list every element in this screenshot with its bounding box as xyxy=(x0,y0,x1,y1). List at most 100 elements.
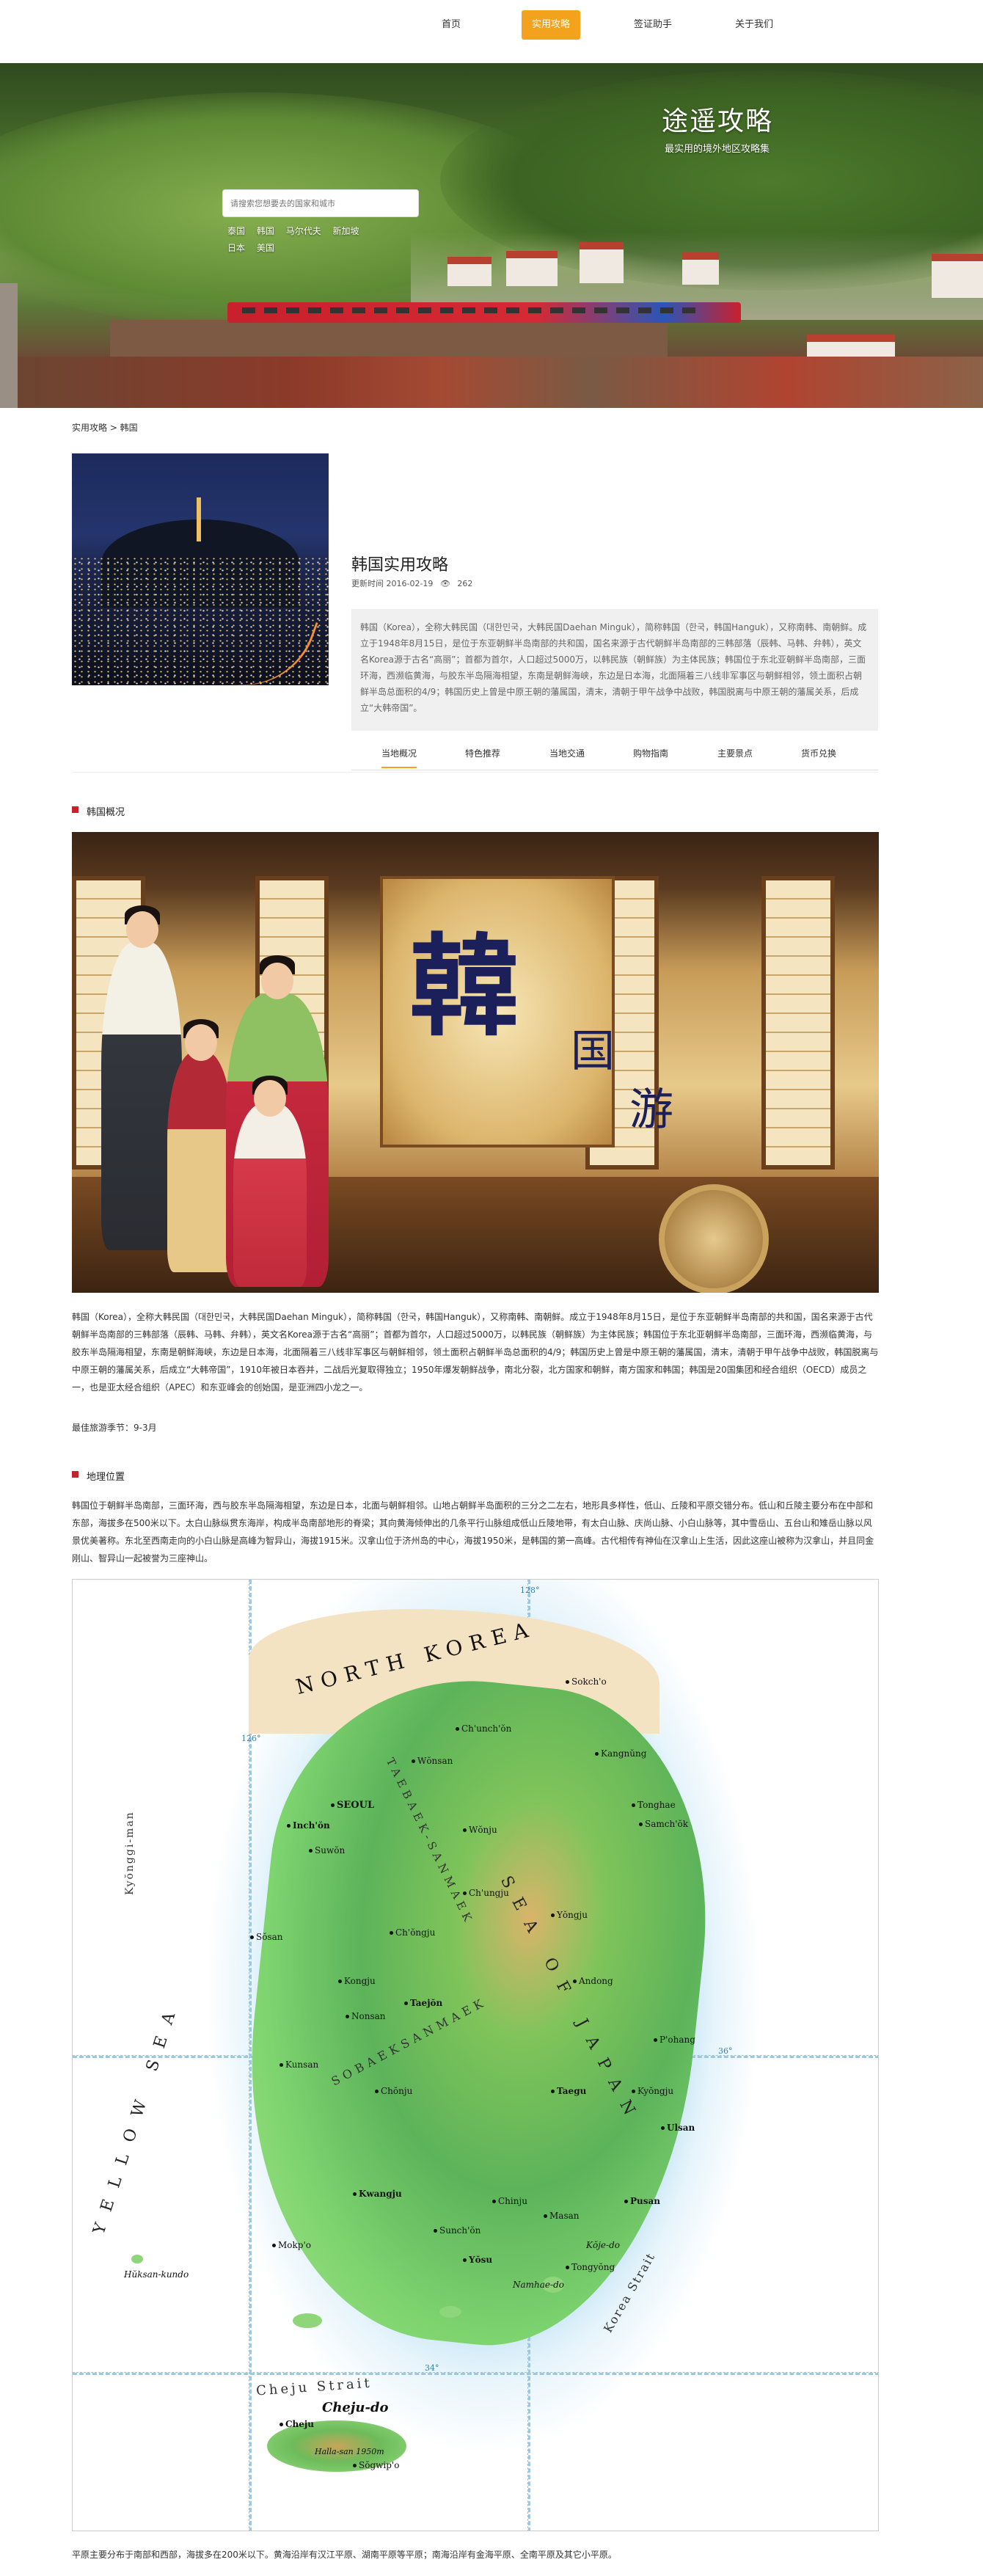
calligraphy-you: 游 xyxy=(629,1084,673,1136)
map-city-jeonju: Chŏnju xyxy=(374,2086,413,2096)
map-city-incheon: Inch'ŏn xyxy=(287,1820,330,1831)
map-city-suncheon: Sunch'ŏn xyxy=(433,2225,481,2236)
map-city-yeongju: Yŏngju xyxy=(550,1910,588,1920)
map-lat-36: 36° xyxy=(718,2046,733,2056)
map-label-namhae: Namhae-do xyxy=(513,2280,564,2290)
hero-church-spire xyxy=(0,283,18,408)
map-city-samcheok: Samch'ŏk xyxy=(639,1819,688,1829)
map-label-hallasan: Halla-san 1950m xyxy=(315,2447,384,2456)
map-city-donghae: Tonghae xyxy=(632,1800,676,1810)
map-city-mokpo: Mokp'o xyxy=(272,2240,311,2250)
eye-icon: 👁 xyxy=(439,579,450,588)
nav-guides[interactable]: 实用攻略 xyxy=(522,10,581,40)
hot-tag-maldives[interactable]: 马尔代夫 xyxy=(286,225,321,237)
korea-travel-banner: 韓 国 游 xyxy=(72,832,879,1293)
hot-tag-korea[interactable]: 韩国 xyxy=(257,225,274,237)
map-city-wonsan: Wŏnsan xyxy=(411,1756,453,1766)
map-label-jeju-do: Cheju-do xyxy=(322,2400,389,2415)
map-city-masan: Masan xyxy=(543,2211,580,2221)
nav-home[interactable]: 首页 xyxy=(431,10,471,40)
updated-time: 更新时间 2016-02-19 xyxy=(351,579,434,588)
map-city-suwon: Suwŏn xyxy=(308,1845,346,1856)
calligraphy-guo: 国 xyxy=(571,1026,615,1077)
map-city-gongju: Kongju xyxy=(338,1976,376,1986)
destination-meta: 更新时间 2016-02-19 👁 262 xyxy=(351,577,477,589)
hot-destination-tags: 泰国 韩国 马尔代夫 新加坡 日本 美国 xyxy=(227,225,374,258)
map-city-seoul: SEOUL xyxy=(330,1800,375,1811)
overview-paragraph: 韩国（Korea），全称大韩民国（대한민국，大韩民国Daehan Minguk）… xyxy=(72,1312,879,1393)
map-label-geoje: Kŏje-do xyxy=(586,2240,620,2250)
map-city-gyeongju: Kyŏngju xyxy=(631,2086,674,2096)
map-city-seosan: Sŏsan xyxy=(250,1932,283,1942)
hero-rooftops xyxy=(0,357,983,408)
hot-tag-singapore[interactable]: 新加坡 xyxy=(333,225,359,237)
map-city-jinju: Chinju xyxy=(492,2196,527,2206)
map-city-cheongju: Ch'ŏngju xyxy=(389,1927,436,1938)
map-city-andong: Andong xyxy=(573,1976,613,1986)
korea-map: 128° 126° 36° 34° NORTH KOREA YELLOW SEA… xyxy=(72,1579,879,2531)
hero-house xyxy=(447,257,492,286)
hero-house xyxy=(506,251,558,286)
hot-tag-japan[interactable]: 日本 xyxy=(227,241,245,254)
map-city-wonju: Wŏnju xyxy=(463,1825,497,1835)
section-heading-geography: 地理位置 xyxy=(72,1469,125,1483)
breadcrumb[interactable]: 实用攻略 > 韩国 xyxy=(72,421,138,434)
map-city-gangneung: Kangnŭng xyxy=(594,1748,647,1759)
nav-visa-assistant[interactable]: 签证助手 xyxy=(624,10,682,40)
guide-subtabs: 当地概况 特色推荐 当地交通 购物指南 主要景点 货币兑换 xyxy=(351,738,878,770)
best-season: 最佳旅游季节：9-3月 xyxy=(72,1423,157,1433)
map-label-heuksan: Hŭksan-kundo xyxy=(124,2269,189,2280)
page-title: 韩国实用攻略 xyxy=(351,556,449,574)
section-heading-overview: 韩国概况 xyxy=(72,804,125,818)
person-face xyxy=(254,1080,286,1117)
map-city-tongyeong: Tongyŏng xyxy=(565,2262,615,2272)
person-face xyxy=(185,1024,217,1061)
tab-featured[interactable]: 特色推荐 xyxy=(465,747,500,759)
map-lon-126: 126° xyxy=(241,1734,261,1743)
person-face xyxy=(261,963,293,999)
map-city-nonsan: Nonsan xyxy=(346,2011,386,2021)
hero-banner xyxy=(0,63,983,408)
destination-search-input[interactable] xyxy=(222,189,419,217)
tab-shopping[interactable]: 购物指南 xyxy=(633,747,668,759)
map-label-kyonggi-man: Kyŏnggi-man xyxy=(124,1811,136,1895)
family-son xyxy=(167,1052,233,1272)
map-islet xyxy=(131,2255,143,2263)
map-city-seogwipo: Sŏgwip'o xyxy=(352,2460,400,2470)
map-lat-34: 34° xyxy=(425,2363,439,2373)
tab-currency[interactable]: 货币兑换 xyxy=(801,747,836,759)
map-city-yeosu: Yŏsu xyxy=(462,2255,493,2265)
hero-house xyxy=(682,252,719,285)
map-islet xyxy=(293,2313,322,2328)
map-islet xyxy=(439,2306,461,2318)
hero-train xyxy=(227,302,741,323)
map-city-pohang: P'ohang xyxy=(654,2035,695,2045)
map-lon-128: 128° xyxy=(520,1586,540,1595)
hot-tag-usa[interactable]: 美国 xyxy=(257,241,274,254)
map-city-ulsan: Ulsan xyxy=(660,2123,695,2133)
hero-house xyxy=(580,242,624,283)
map-city-jeju: Cheju xyxy=(279,2419,314,2429)
map-city-daejeon: Taejŏn xyxy=(403,1998,443,2008)
paper-screen xyxy=(761,876,835,1170)
section-marker xyxy=(72,1471,78,1478)
hero-house xyxy=(932,254,983,298)
map-city-gunsan: Kunsan xyxy=(279,2059,319,2070)
decorative-medallion xyxy=(659,1184,769,1293)
map-city-daegu: Taegu xyxy=(550,2086,587,2096)
tab-attractions[interactable]: 主要景点 xyxy=(717,747,753,759)
hot-tag-thailand[interactable]: 泰国 xyxy=(227,225,245,237)
map-city-chungju: Ch'ungju xyxy=(463,1888,509,1898)
calligraphy-han: 韓 xyxy=(409,922,520,1051)
hero-title: 途遥攻略 xyxy=(662,106,774,136)
hero-subtitle: 最实用的境外地区攻略集 xyxy=(665,144,770,155)
map-city-busan: Pusan xyxy=(624,2196,661,2206)
view-count: 262 xyxy=(457,579,473,588)
map-city-sokcho: Sokch'o xyxy=(566,1676,607,1687)
family-daughter xyxy=(233,1103,307,1287)
tab-overview[interactable]: 当地概况 xyxy=(381,747,417,768)
nav-about[interactable]: 关于我们 xyxy=(725,10,783,40)
geography-footer: 平原主要分布于南部和西部，海拔多在200米以下。黄海沿岸有汉江平原、湖南平原等平… xyxy=(72,2550,617,2560)
tab-transport[interactable]: 当地交通 xyxy=(549,747,585,759)
geography-paragraph: 韩国位于朝鲜半岛南部，三面环海，西与胶东半岛隔海相望，东边是日本，北面与朝鲜相邻… xyxy=(72,1500,874,1564)
